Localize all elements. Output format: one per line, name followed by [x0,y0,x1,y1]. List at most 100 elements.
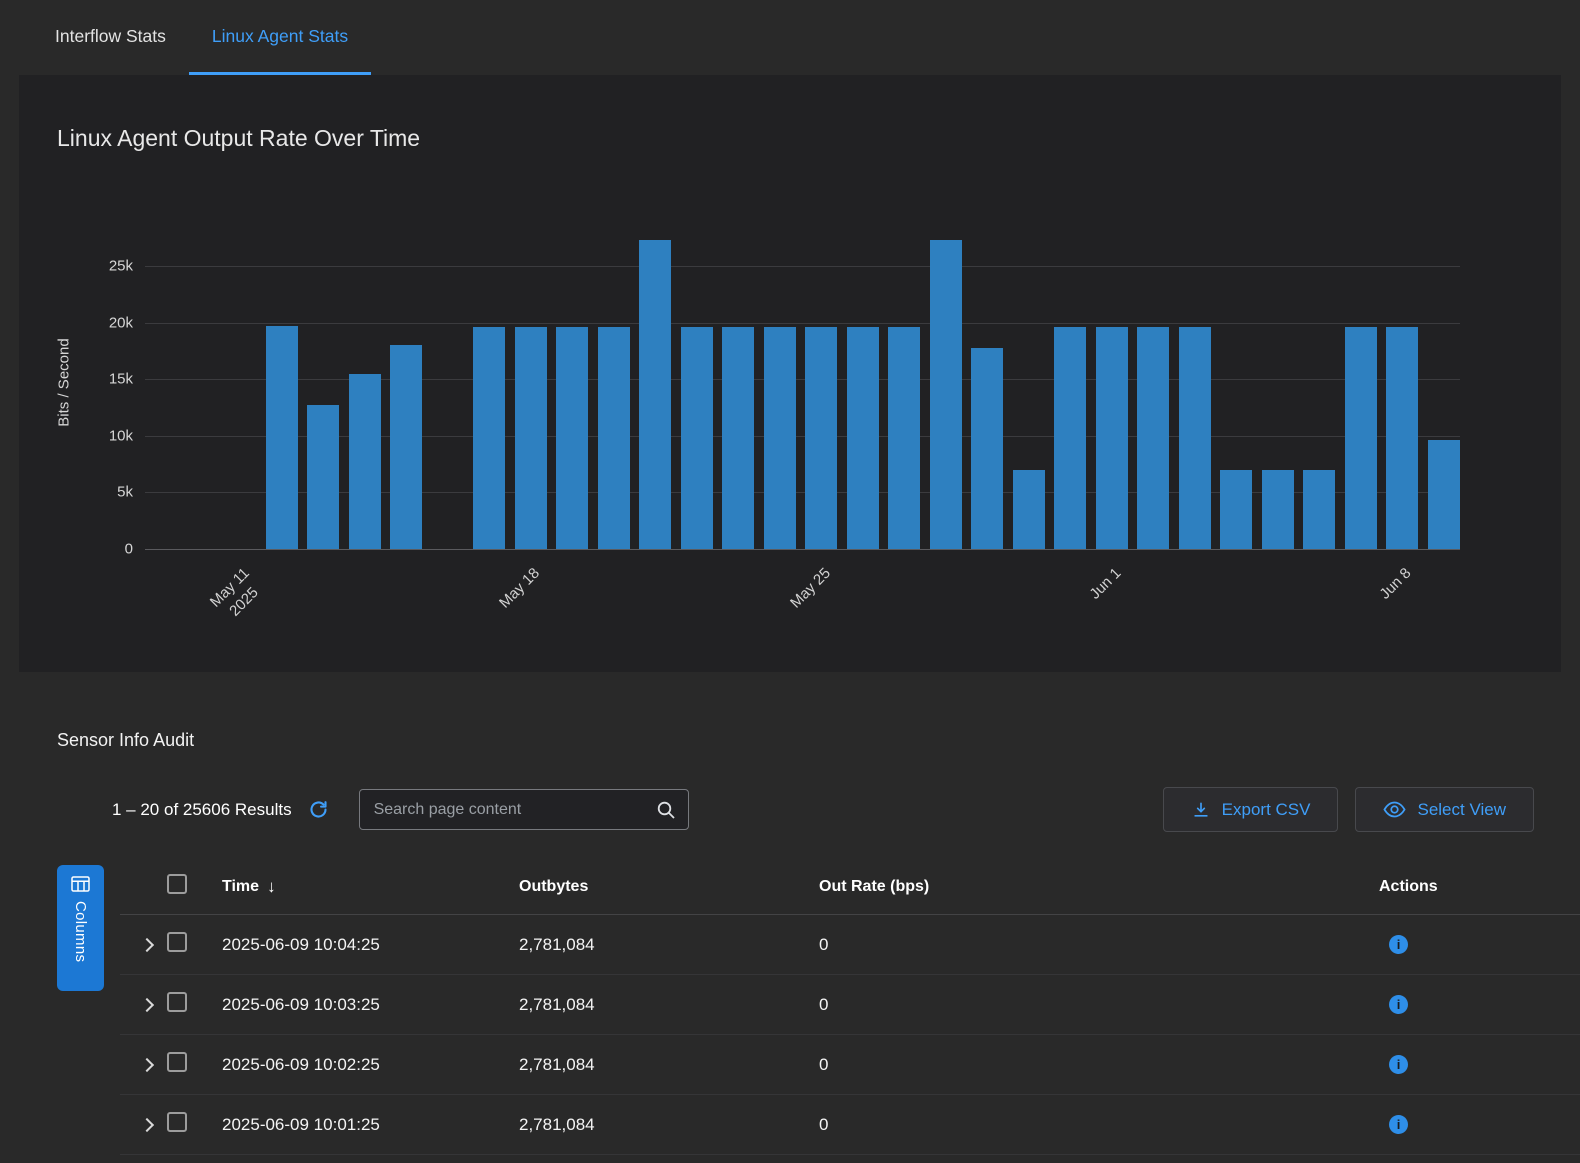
time-header-label: Time [222,878,259,896]
bar-jun-2 [1137,327,1169,549]
bar-may-25 [805,327,837,549]
bar-may-17 [473,327,505,549]
bar-jun-6 [1303,470,1335,549]
row-checkbox[interactable] [167,932,187,952]
cell-time: 2025-06-09 10:03:25 [215,995,512,1015]
bar-jun-9 [1428,440,1460,549]
search-icon [656,800,676,820]
bar-may-30 [1013,470,1045,549]
bar-jun-8 [1386,327,1418,549]
bar-may-12 [266,326,298,549]
bar-may-20 [598,327,630,549]
info-icon[interactable]: i [1389,995,1408,1014]
refresh-icon [308,799,329,820]
bar-may-18 [515,327,547,549]
cell-time: 2025-06-09 10:02:25 [215,1055,512,1075]
bar-may-31 [1054,327,1086,549]
expand-row-icon[interactable] [140,937,154,951]
cell-out-rate: 0 [812,1115,1372,1135]
chart-panel: Linux Agent Output Rate Over Time Bits /… [19,75,1561,672]
bar-may-13 [307,405,339,549]
refresh-button[interactable] [308,799,329,820]
cell-outbytes: 2,781,084 [512,1055,812,1075]
bar-may-19 [556,327,588,549]
y-axis-tick-label: 10k [73,427,133,444]
bar-jun-7 [1345,327,1377,549]
search-box [359,789,689,830]
bar-may-15 [390,345,422,549]
audit-section: Sensor Info Audit 1 – 20 of 25606 Result… [0,672,1580,1155]
bar-jun-4 [1220,470,1252,549]
results-count: 1 – 20 of 25606 Results [112,800,292,820]
bar-jun-3 [1179,327,1211,549]
bar-may-24 [764,327,796,549]
cell-outbytes: 2,781,084 [512,1115,812,1135]
cell-outbytes: 2,781,084 [512,995,812,1015]
row-checkbox[interactable] [167,992,187,1012]
info-icon[interactable]: i [1389,1115,1408,1134]
x-axis-tick-label: Jun 1 [1086,564,1126,604]
table-body: 2025-06-09 10:04:252,781,0840i2025-06-09… [120,915,1580,1155]
y-axis-tick-label: 5k [73,484,133,501]
column-header-out-rate[interactable]: Out Rate (bps) [812,878,1372,896]
bar-may-21 [639,240,671,549]
columns-button[interactable]: Columns [57,865,104,991]
cell-out-rate: 0 [812,995,1372,1015]
search-input[interactable] [372,800,656,820]
expand-row-icon[interactable] [140,1117,154,1131]
table-row: 2025-06-09 10:01:252,781,0840i [120,1095,1580,1155]
cell-out-rate: 0 [812,1055,1372,1075]
select-all-checkbox[interactable] [167,874,187,894]
cell-time: 2025-06-09 10:04:25 [215,935,512,955]
row-checkbox[interactable] [167,1112,187,1132]
select-view-button[interactable]: Select View [1355,787,1534,832]
export-csv-button[interactable]: Export CSV [1163,787,1339,832]
table-row: 2025-06-09 10:02:252,781,0840i [120,1035,1580,1095]
chart-plot: Bits / Second 05k10k15k20k25kMay 112025M… [145,216,1460,549]
column-header-actions: Actions [1372,878,1580,896]
export-csv-label: Export CSV [1222,800,1311,820]
gridline [145,379,1460,380]
y-axis-label: Bits / Second [53,216,75,549]
gridline [145,549,1460,550]
info-icon[interactable]: i [1389,1055,1408,1074]
y-axis-tick-label: 0 [73,541,133,558]
select-view-label: Select View [1417,800,1506,820]
download-icon [1191,800,1211,820]
bar-may-14 [349,374,381,549]
expand-row-icon[interactable] [140,1057,154,1071]
tab-linux-agent-stats[interactable]: Linux Agent Stats [189,0,371,75]
columns-button-label: Columns [72,901,89,962]
table-row: 2025-06-09 10:03:252,781,0840i [120,975,1580,1035]
bar-may-29 [971,348,1003,549]
table-header: Time ↓ Outbytes Out Rate (bps) Actions [120,859,1580,915]
audit-table: Time ↓ Outbytes Out Rate (bps) Actions 2… [0,859,1580,1155]
row-checkbox[interactable] [167,1052,187,1072]
y-axis-tick-label: 25k [73,258,133,275]
info-icon[interactable]: i [1389,935,1408,954]
chart-title: Linux Agent Output Rate Over Time [57,75,1561,152]
bar-may-26 [847,327,879,549]
table-row: 2025-06-09 10:04:252,781,0840i [120,915,1580,975]
column-header-time[interactable]: Time ↓ [215,877,512,897]
tab-interflow-stats[interactable]: Interflow Stats [32,0,189,75]
toolbar: 1 – 20 of 25606 Results Export CSV [112,787,1534,832]
y-axis-tick-label: 20k [73,314,133,331]
x-axis-tick-label: Jun 8 [1376,564,1416,604]
cell-time: 2025-06-09 10:01:25 [215,1115,512,1135]
bar-jun-5 [1262,470,1294,549]
gridline [145,266,1460,267]
table-grid-icon [71,876,90,892]
cell-out-rate: 0 [812,935,1372,955]
x-axis-tick-label: May 112025 [206,564,268,626]
column-header-outbytes[interactable]: Outbytes [512,878,812,896]
sort-desc-icon: ↓ [267,877,276,897]
tab-bar: Interflow StatsLinux Agent Stats [0,0,1580,75]
x-axis-tick-label: May 18 [496,564,545,613]
eye-icon [1383,801,1406,818]
expand-row-icon[interactable] [140,997,154,1011]
bar-may-27 [888,327,920,549]
bar-may-28 [930,240,962,549]
section-title: Sensor Info Audit [0,672,1580,751]
x-axis-tick-label: May 25 [786,564,835,613]
